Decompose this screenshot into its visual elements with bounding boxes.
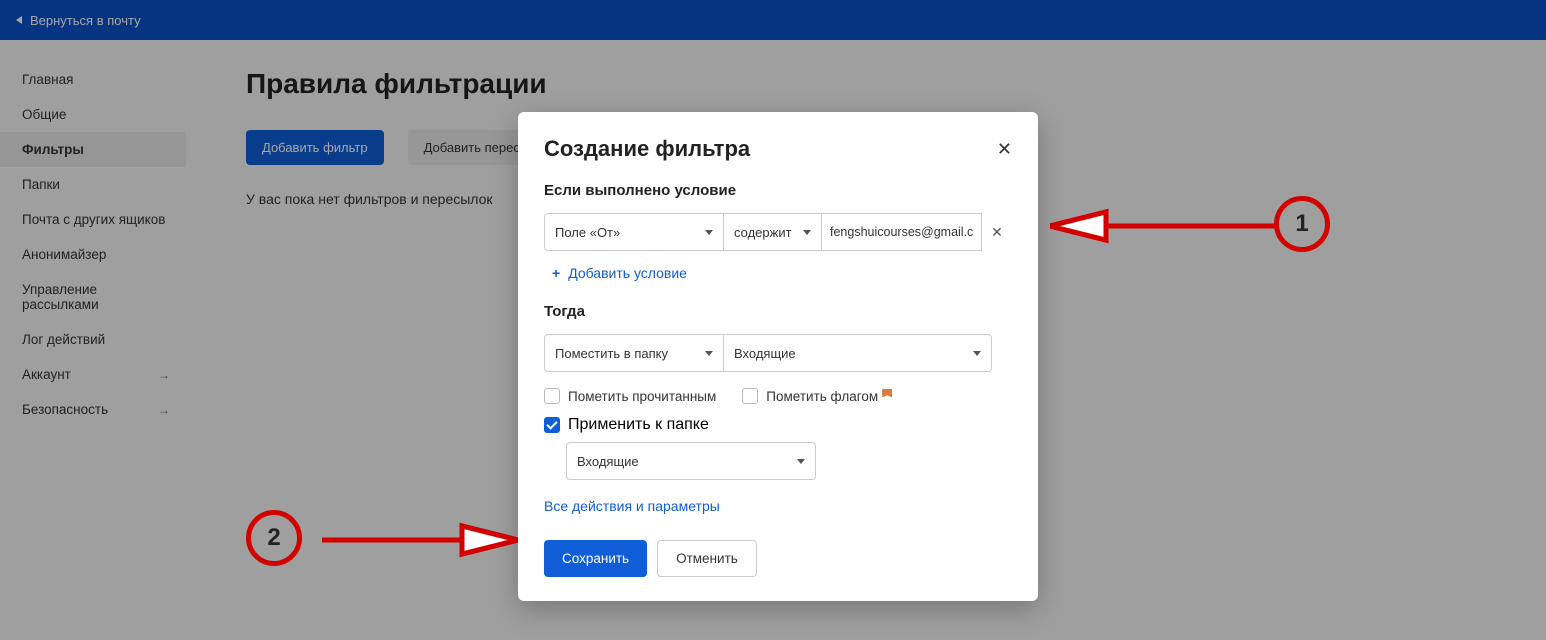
action-folder-select[interactable]: Входящие (724, 334, 992, 372)
condition-section-label: Если выполнено условие (544, 182, 1012, 199)
apply-folder-value: Входящие (577, 454, 639, 469)
condition-operator-select[interactable]: содержит (724, 213, 822, 251)
action-folder-value: Входящие (734, 346, 796, 361)
condition-value-input[interactable] (822, 213, 982, 251)
chevron-down-icon (797, 459, 805, 464)
add-condition-link[interactable]: + Добавить условие (552, 265, 1012, 281)
checkbox-icon (544, 388, 560, 404)
chevron-down-icon (705, 351, 713, 356)
apply-to-folder-checkbox[interactable]: Применить к папке (544, 416, 1012, 434)
chevron-down-icon (803, 230, 811, 235)
annotation-circle-1: 1 (1274, 196, 1330, 252)
mark-read-label: Пометить прочитанным (568, 389, 716, 404)
modal-title: Создание фильтра (544, 136, 750, 162)
apply-folder-select[interactable]: Входящие (566, 442, 816, 480)
action-row: Поместить в папку Входящие (544, 334, 1012, 372)
mark-flag-checkbox[interactable]: Пометить флагом (742, 388, 892, 404)
chevron-down-icon (973, 351, 981, 356)
checkbox-icon (742, 388, 758, 404)
checkbox-checked-icon (544, 417, 560, 433)
condition-field-value: Поле «От» (555, 225, 620, 240)
chevron-down-icon (705, 230, 713, 235)
plus-icon: + (552, 265, 560, 281)
create-filter-modal: Создание фильтра ✕ Если выполнено услови… (518, 112, 1038, 601)
then-section-label: Тогда (544, 303, 1012, 320)
add-condition-label: Добавить условие (568, 265, 687, 281)
cancel-button[interactable]: Отменить (657, 540, 757, 577)
annotation-circle-2: 2 (246, 510, 302, 566)
action-select[interactable]: Поместить в папку (544, 334, 724, 372)
condition-operator-value: содержит (734, 225, 792, 240)
save-button[interactable]: Сохранить (544, 540, 647, 577)
apply-to-folder-label: Применить к папке (568, 416, 709, 434)
all-actions-link[interactable]: Все действия и параметры (544, 498, 720, 514)
condition-row: Поле «От» содержит ✕ (544, 213, 1012, 251)
annotation-arrow-2 (322, 518, 518, 562)
annotation-arrow-1 (1050, 204, 1276, 248)
mark-flag-label: Пометить флагом (766, 389, 878, 404)
mark-read-checkbox[interactable]: Пометить прочитанным (544, 388, 716, 404)
remove-condition-icon[interactable]: ✕ (982, 224, 1012, 241)
close-icon[interactable]: ✕ (997, 139, 1012, 160)
flag-icon (882, 389, 892, 403)
action-value: Поместить в папку (555, 346, 668, 361)
condition-field-select[interactable]: Поле «От» (544, 213, 724, 251)
